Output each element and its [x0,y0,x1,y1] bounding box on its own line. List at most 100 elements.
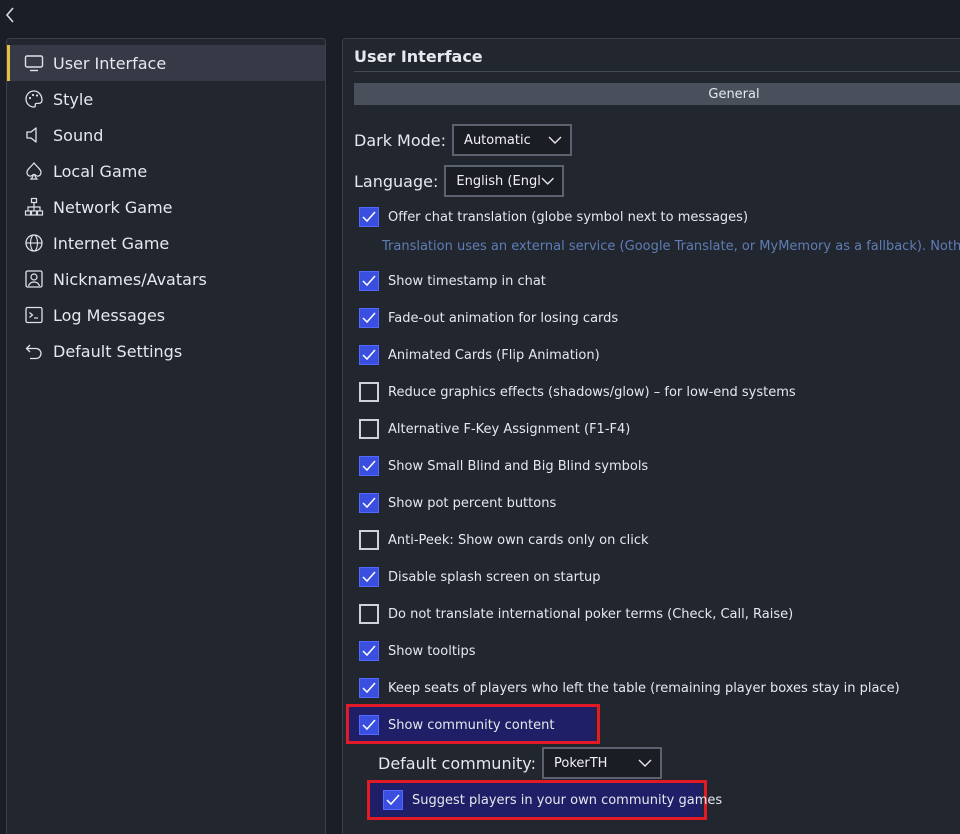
checkmark-icon [362,275,376,287]
speaker-icon [23,124,45,146]
checkmark-icon [362,497,376,509]
chevron-down-icon [541,177,554,185]
dark-mode-row: Dark Mode: Automatic [354,124,573,156]
checkmark-icon [362,719,376,731]
option-show-community-content[interactable]: Show community content [359,713,554,737]
option-suggest-players[interactable]: Suggest players in your own community ga… [383,788,722,812]
sidebar-item-default-settings[interactable]: Default Settings [7,333,325,369]
option-show-timestamp[interactable]: Show timestamp in chat [359,269,546,293]
option-pot-percent[interactable]: Show pot percent buttons [359,491,556,515]
checkbox-checked[interactable] [359,271,379,291]
chevron-down-icon [548,136,562,144]
sidebar-item-label: Style [53,89,94,109]
language-label: Language: [354,171,439,191]
checkmark-icon [362,460,376,472]
checkbox-checked[interactable] [359,493,379,513]
language-row: Language: English (Engli [354,165,565,197]
checkbox-checked[interactable] [359,567,379,587]
option-label: Show tooltips [388,643,476,659]
checkbox-checked[interactable] [383,790,403,810]
checkbox-unchecked[interactable] [359,604,379,624]
checkbox-checked[interactable] [359,207,379,227]
checkbox-checked[interactable] [359,678,379,698]
option-label: Animated Cards (Flip Animation) [388,347,600,363]
checkbox-unchecked[interactable] [359,382,379,402]
checkbox-checked[interactable] [359,308,379,328]
option-label: Show pot percent buttons [388,495,557,511]
default-community-label: Default community: [378,753,536,773]
network-icon [23,196,45,218]
spade-icon [23,160,45,182]
default-community-value: PokerTH [554,755,608,771]
dark-mode-select[interactable]: Automatic [452,124,573,156]
option-fade-out-animation[interactable]: Fade-out animation for losing cards [359,306,618,330]
option-keep-seats[interactable]: Keep seats of players who left the table… [359,676,900,700]
option-show-tooltips[interactable]: Show tooltips [359,639,476,663]
globe-icon [23,232,45,254]
back-button[interactable] [0,2,20,28]
option-label: Show timestamp in chat [388,273,546,289]
checkbox-checked[interactable] [359,345,379,365]
settings-sidebar: User Interface Style Sound Local Game Ne… [6,38,326,834]
sidebar-item-label: Nicknames/Avatars [53,269,207,289]
sidebar-item-label: Log Messages [53,305,166,325]
group-header-general: General [354,83,960,105]
option-label: Show Small Blind and Big Blind symbols [388,458,649,474]
option-blind-symbols[interactable]: Show Small Blind and Big Blind symbols [359,454,648,478]
option-reduce-graphics[interactable]: Reduce graphics effects (shadows/glow) –… [359,380,796,404]
language-value: English (Engli [456,173,541,189]
monitor-icon [23,52,45,74]
checkmark-icon [362,312,376,324]
checkbox-checked[interactable] [359,641,379,661]
sidebar-item-local-game[interactable]: Local Game [7,153,325,189]
checkmark-icon [362,571,376,583]
sidebar-item-label: Local Game [53,161,148,181]
page-title: User Interface [354,47,483,66]
checkbox-checked[interactable] [359,715,379,735]
sidebar-item-label: Sound [53,125,104,145]
option-poker-terms[interactable]: Do not translate international poker ter… [359,602,793,626]
option-label: Suggest players in your own community ga… [412,792,723,808]
checkmark-icon [386,794,400,806]
checkmark-icon [362,682,376,694]
checkmark-icon [362,211,376,223]
option-disable-splash[interactable]: Disable splash screen on startup [359,565,601,589]
sidebar-item-label: Network Game [53,197,173,217]
checkmark-icon [362,349,376,361]
palette-icon [23,88,45,110]
sidebar-item-label: Internet Game [53,233,170,253]
option-chat-translation[interactable]: Offer chat translation (globe symbol nex… [359,205,748,229]
option-label: Offer chat translation (globe symbol nex… [388,209,749,225]
sidebar-item-style[interactable]: Style [7,81,325,117]
checkbox-checked[interactable] [359,456,379,476]
language-select[interactable]: English (Engli [444,165,565,197]
sidebar-item-nicknames-avatars[interactable]: Nicknames/Avatars [7,261,325,297]
option-label: Disable splash screen on startup [388,569,601,585]
translation-hint: Translation uses an external service (Go… [382,239,960,254]
settings-panel: User Interface General Dark Mode: Automa… [342,38,960,834]
checkbox-unchecked[interactable] [359,530,379,550]
option-label: Anti-Peek: Show own cards only on click [388,532,649,548]
sidebar-item-user-interface[interactable]: User Interface [7,45,325,81]
title-divider [354,71,960,72]
option-animated-cards[interactable]: Animated Cards (Flip Animation) [359,343,600,367]
dark-mode-label: Dark Mode: [354,130,447,150]
option-label: Fade-out animation for losing cards [388,310,619,326]
sidebar-item-internet-game[interactable]: Internet Game [7,225,325,261]
checkbox-unchecked[interactable] [359,419,379,439]
sidebar-item-label: Default Settings [53,341,183,361]
option-alt-fkeys[interactable]: Alternative F-Key Assignment (F1-F4) [359,417,630,441]
terminal-icon [23,304,45,326]
option-anti-peek[interactable]: Anti-Peek: Show own cards only on click [359,528,649,552]
sidebar-item-network-game[interactable]: Network Game [7,189,325,225]
option-label: Do not translate international poker ter… [388,606,794,622]
sidebar-item-label: User Interface [53,53,167,73]
option-label: Alternative F-Key Assignment (F1-F4) [388,421,631,437]
undo-icon [23,340,45,362]
dark-mode-value: Automatic [464,132,531,148]
option-label: Reduce graphics effects (shadows/glow) –… [388,384,796,400]
default-community-select[interactable]: PokerTH [542,747,662,779]
sidebar-item-log-messages[interactable]: Log Messages [7,297,325,333]
option-label: Keep seats of players who left the table… [388,680,900,696]
sidebar-item-sound[interactable]: Sound [7,117,325,153]
